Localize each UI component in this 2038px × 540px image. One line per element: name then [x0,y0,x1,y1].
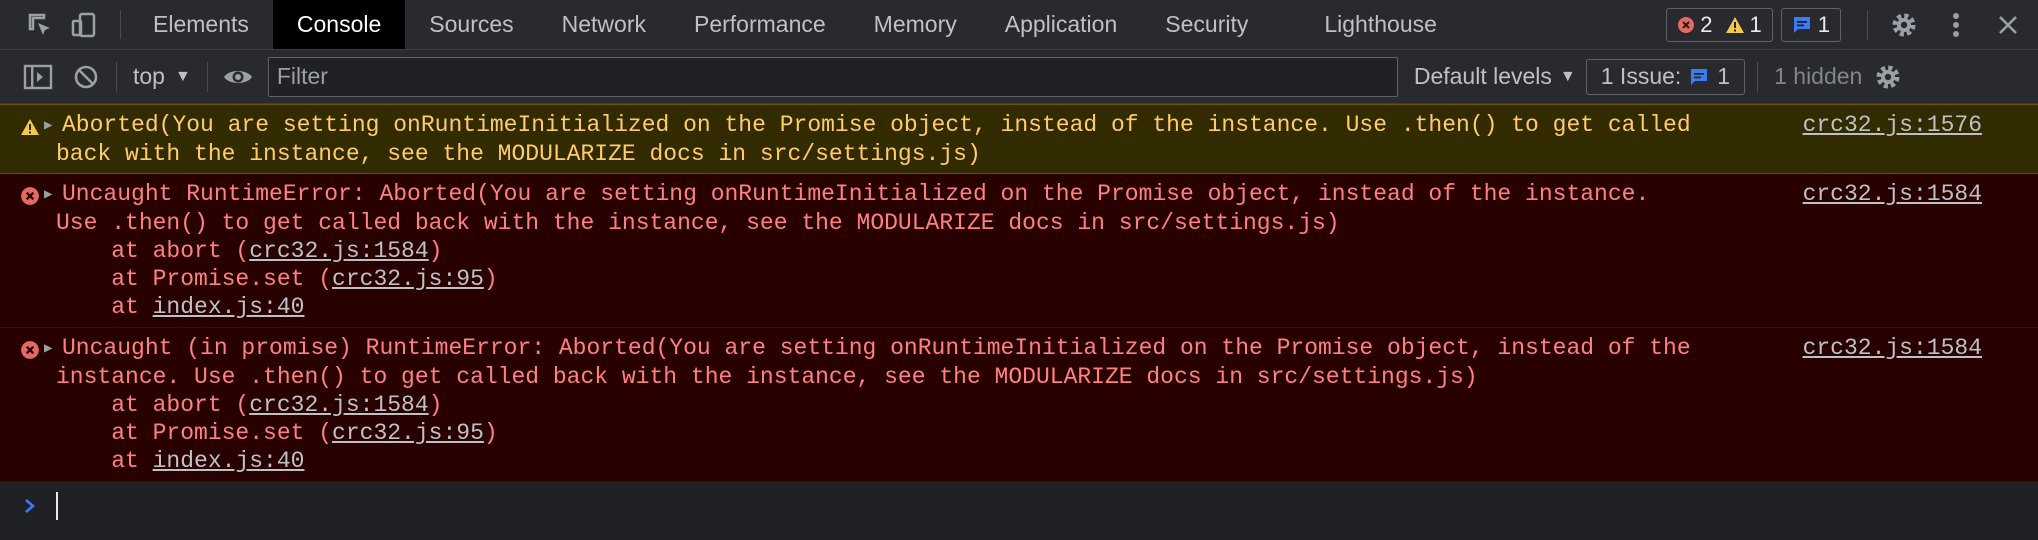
filter-box[interactable] [267,56,1398,97]
source-link[interactable]: crc32.js:1576 [1803,111,1982,139]
prompt-chevron-icon [24,498,42,514]
warning-count: 1 [1749,12,1762,37]
stack-link[interactable]: crc32.js:95 [332,266,484,292]
console-toolbar: top ▼ Default levels ▼ 1 Issue: 1 1 hidd… [0,50,2038,104]
stack-text: at Promise.set ( [56,420,333,446]
stack-text: at abort ( [56,238,250,264]
stack-text: at [56,448,153,474]
warning-icon [1725,17,1744,33]
clear-console-icon[interactable] [62,50,110,104]
tab-elements[interactable]: Elements [129,0,273,49]
stack-link[interactable]: crc32.js:1584 [249,392,428,418]
tab-bar-separator [120,10,121,39]
warning-message[interactable]: ▶ Aborted(You are setting onRuntimeInitia… [0,104,2038,174]
message-line: back with the instance, see the MODULARI… [56,141,981,167]
expand-triangle-icon[interactable]: ▶ [44,335,56,363]
messages-counter[interactable]: 1 [1780,8,1841,42]
stack-frame: at index.js:40 [56,293,2038,321]
context-selector[interactable]: top ▼ [123,63,201,90]
tab-memory[interactable]: Memory [850,0,981,49]
error-icon [21,187,39,205]
devtools-tab-bar: Elements Console Sources Network Perform… [0,0,2038,50]
right-separator [1867,10,1868,40]
tab-security[interactable]: Security [1141,0,1272,49]
dropdown-triangle-icon: ▼ [1559,67,1576,85]
stack-text: ) [483,420,498,446]
tab-lighthouse[interactable]: Lighthouse [1300,0,1461,49]
hidden-messages-count: 1 hidden [1774,63,1863,89]
log-levels-dropdown[interactable]: Default levels ▼ [1414,63,1576,90]
message-text: Uncaught RuntimeError: Aborted(You are s… [62,181,1650,207]
stack-frame: at abort (crc32.js:1584) [56,391,2038,419]
filter-input[interactable] [276,63,1397,90]
stack-text: at [56,294,153,320]
message-text: Aborted(You are setting onRuntimeInitial… [62,112,1691,138]
error-icon [1678,17,1695,33]
message-line: instance. Use .then() to get called back… [56,364,1478,390]
expand-triangle-icon[interactable]: ▶ [44,181,56,209]
error-icon [21,341,39,359]
console-settings-gear-icon[interactable] [1864,50,1912,104]
console-prompt[interactable] [0,486,2038,526]
stack-text: ) [428,238,443,264]
message-line: Use .then() to get called back with the … [56,210,1340,236]
error-message[interactable]: ▶ Uncaught RuntimeError: Aborted(You are … [0,174,2038,328]
stack-link[interactable]: crc32.js:1584 [249,238,428,264]
error-message[interactable]: ▶ Uncaught (in promise) RuntimeError: Abo… [0,328,2038,482]
stack-link[interactable]: index.js:40 [153,448,305,474]
warning-counter: 1 [1725,12,1762,38]
message-count: 1 [1817,12,1830,37]
stack-link[interactable]: index.js:40 [153,294,305,320]
source-link[interactable]: crc32.js:1584 [1803,334,1982,362]
live-expression-eye-icon[interactable] [214,50,262,104]
tab-application[interactable]: Application [981,0,1142,49]
toolbar-separator [116,61,117,92]
stack-text: ) [483,266,498,292]
issue-counters[interactable]: 2 1 [1666,8,1773,42]
settings-gear-icon[interactable] [1878,0,1930,50]
issues-count: 1 [1717,63,1731,89]
message-icon [1793,17,1810,33]
warning-icon [21,119,39,135]
toolbar-separator [1757,61,1759,92]
expand-triangle-icon[interactable]: ▶ [44,112,56,140]
toolbar-separator [206,61,208,92]
stack-frame: at abort (crc32.js:1584) [56,237,2038,265]
issues-button[interactable]: 1 Issue: 1 [1585,58,1746,95]
console-messages: ▶ Aborted(You are setting onRuntimeInitia… [0,104,2038,482]
message-text: Uncaught (in promise) RuntimeError: Abor… [62,335,1691,361]
tab-console[interactable]: Console [272,0,406,49]
stack-frame: at index.js:40 [56,447,2038,475]
error-count: 2 [1700,12,1713,37]
inspect-element-icon[interactable] [18,0,62,49]
dropdown-triangle-icon: ▼ [174,67,191,85]
context-label: top [133,63,165,89]
issues-label: 1 Issue: [1600,63,1682,89]
tab-sources[interactable]: Sources [405,0,537,49]
tab-performance[interactable]: Performance [670,0,850,49]
stack-text: at Promise.set ( [56,266,333,292]
text-cursor [56,492,58,520]
issue-message-icon [1691,68,1708,85]
more-options-icon[interactable] [1930,0,1982,50]
stack-text: at abort ( [56,392,250,418]
source-link[interactable]: crc32.js:1584 [1803,180,1982,208]
stack-text: ) [428,392,443,418]
device-toolbar-icon[interactable] [62,0,106,49]
tab-network[interactable]: Network [538,0,670,49]
stack-frame: at Promise.set (crc32.js:95) [56,265,2038,293]
show-sidebar-icon[interactable] [14,50,62,104]
tab-bar-right: 2 1 1 [1666,0,2038,50]
stack-link[interactable]: crc32.js:95 [332,420,484,446]
log-levels-label: Default levels [1413,63,1552,89]
message-line: ▶ Aborted(You are setting onRuntimeInitia… [44,111,2038,140]
message-line: ▶ Uncaught (in promise) RuntimeError: Abo… [44,334,2038,363]
stack-frame: at Promise.set (crc32.js:95) [56,419,2038,447]
message-line: ▶ Uncaught RuntimeError: Aborted(You are … [44,180,2038,209]
close-devtools-icon[interactable] [1982,0,2034,50]
panel-tabs: Elements Console Sources Network Perform… [129,0,1461,49]
error-counter: 2 [1677,12,1713,38]
